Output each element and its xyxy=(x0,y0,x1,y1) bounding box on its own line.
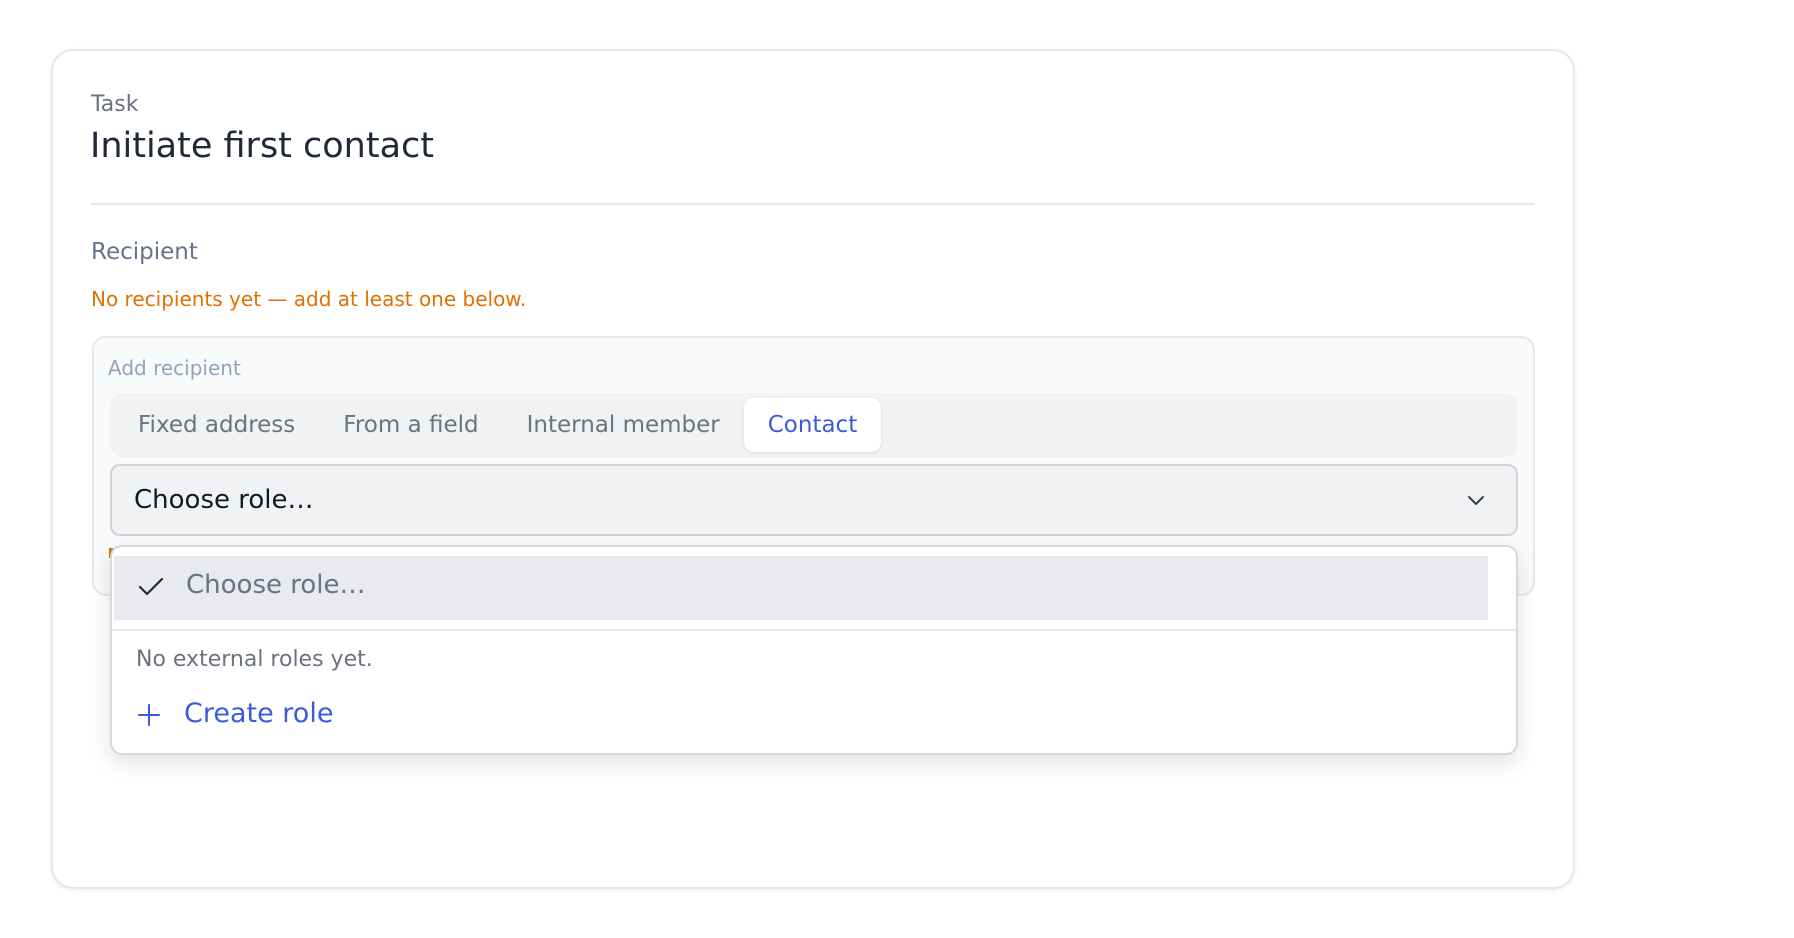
tab-from-a-field[interactable]: From a field xyxy=(319,398,502,452)
role-option-choose[interactable]: Choose role… xyxy=(114,556,1488,620)
empty-roles-note: No external roles yet. xyxy=(136,647,373,672)
tab-internal-member[interactable]: Internal member xyxy=(503,398,744,452)
role-select[interactable]: Choose role… xyxy=(110,464,1518,536)
header-divider xyxy=(91,203,1535,205)
recipient-type-tabs: Fixed address From a field Internal memb… xyxy=(110,393,1518,457)
recipient-section-label: Recipient xyxy=(91,239,198,265)
tab-contact[interactable]: Contact xyxy=(743,398,882,452)
create-role-label: Create role xyxy=(184,697,334,729)
role-option-label: Choose role… xyxy=(186,570,366,600)
page-title: Initiate first contact xyxy=(90,126,435,166)
add-recipient-label: Add recipient xyxy=(108,356,241,380)
task-label: Task xyxy=(91,92,139,117)
role-dropdown-menu: Choose role… No external roles yet. Crea… xyxy=(110,545,1518,755)
plus-icon xyxy=(138,704,160,726)
dropdown-divider xyxy=(112,629,1516,631)
create-role-button[interactable]: Create role xyxy=(136,693,333,733)
role-select-value: Choose role… xyxy=(134,485,314,515)
no-recipients-warning: No recipients yet — add at least one bel… xyxy=(91,287,527,311)
chevron-down-icon xyxy=(1468,496,1484,505)
check-icon xyxy=(138,577,164,596)
tab-fixed-address[interactable]: Fixed address xyxy=(114,398,319,452)
